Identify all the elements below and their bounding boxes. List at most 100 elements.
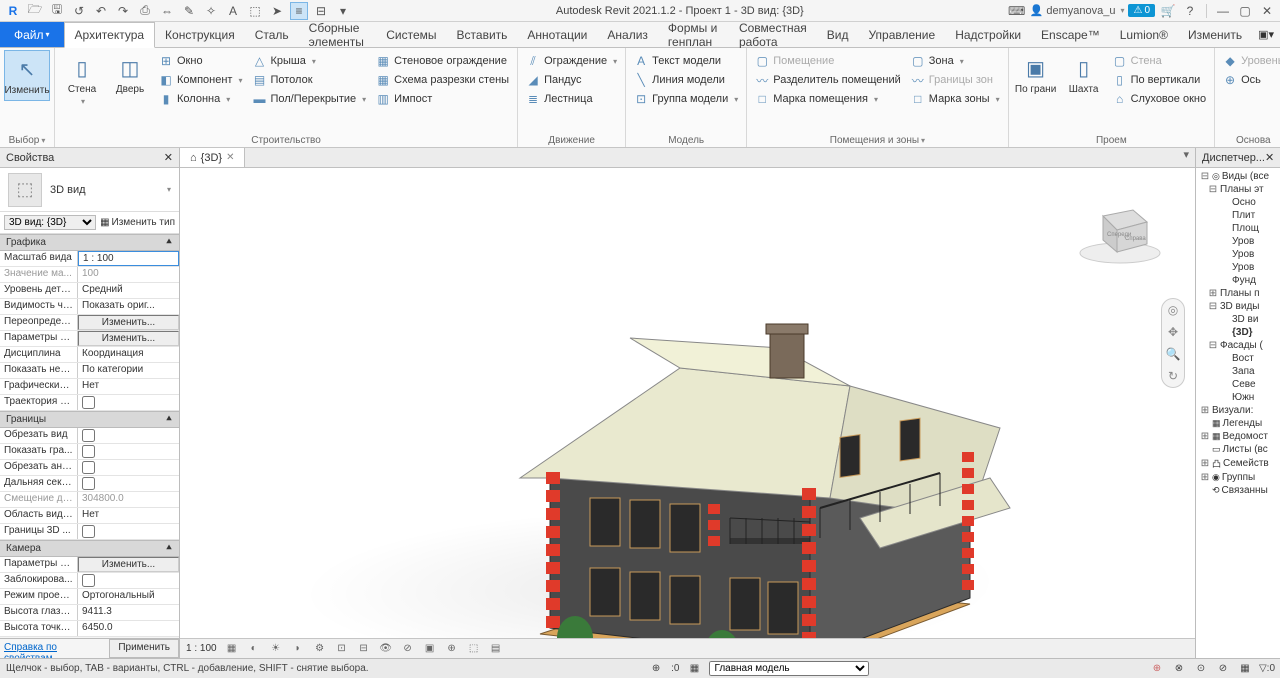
tree-node[interactable]: ⊞凸Семейств xyxy=(1196,456,1280,471)
nav-orbit-icon[interactable]: ↻ xyxy=(1168,369,1178,383)
tab-annotate[interactable]: Аннотации xyxy=(517,22,597,47)
sun-path-icon[interactable]: ☀ xyxy=(269,642,283,656)
section-icon[interactable]: ➤ xyxy=(268,2,286,20)
cart-icon[interactable]: 🛒 xyxy=(1159,2,1177,20)
prop-view-scale[interactable]: Масштаб вида1 : 100 xyxy=(0,251,179,267)
tree-node[interactable]: ⊞Планы п xyxy=(1196,287,1280,300)
tab-structure[interactable]: Конструкция xyxy=(155,22,245,47)
prop-discipline[interactable]: ДисциплинаКоординация xyxy=(0,347,179,363)
shadows-icon[interactable]: ◗ xyxy=(291,642,305,656)
stair-button[interactable]: ≣Лестница xyxy=(522,90,621,108)
view-tab-3d[interactable]: ⌂ {3D} ✕ xyxy=(180,148,245,167)
anno-crop-checkbox[interactable] xyxy=(82,461,95,474)
wall-button[interactable]: ▯Стена▾ xyxy=(59,50,105,110)
tree-node[interactable]: Фунд xyxy=(1196,274,1280,287)
sync-icon[interactable]: ↺ xyxy=(70,2,88,20)
unhide-icon[interactable]: 👁 xyxy=(379,642,393,656)
tab-view[interactable]: Вид xyxy=(817,22,859,47)
prop-graphic-opts[interactable]: Параметры о...Изменить... xyxy=(0,331,179,347)
model-line-button[interactable]: ╲Линия модели xyxy=(630,71,742,89)
floor-button[interactable]: ▬Пол/Перекрытие▾ xyxy=(248,90,370,108)
tree-node[interactable]: ⊟◎Виды (все xyxy=(1196,170,1280,183)
sb-icon-5[interactable]: ▦ xyxy=(1238,662,1252,676)
by-face-button[interactable]: ▣По грани xyxy=(1013,50,1059,99)
section-graphics[interactable]: Графика⯅ xyxy=(0,234,179,251)
tree-node[interactable]: Площ xyxy=(1196,222,1280,235)
area-button[interactable]: ▢Зона▾ xyxy=(907,52,1004,70)
sb-icon-2[interactable]: ⊗ xyxy=(1172,662,1186,676)
close-hidden-icon[interactable]: ⊟ xyxy=(312,2,330,20)
tab-systems[interactable]: Системы xyxy=(376,22,446,47)
scale-display[interactable]: 1 : 100 xyxy=(186,643,217,654)
print-icon[interactable]: ⎙ xyxy=(136,2,154,20)
tree-node[interactable]: Уров xyxy=(1196,235,1280,248)
curtain-wall-button[interactable]: ▦Стеновое ограждение xyxy=(372,52,513,70)
open-icon[interactable]: 🗁 xyxy=(26,2,44,20)
ribbon-collapse-icon[interactable]: ▣▾ xyxy=(1252,22,1280,47)
tree-node[interactable]: Запа xyxy=(1196,365,1280,378)
roof-button[interactable]: △Крыша▾ xyxy=(248,52,370,70)
tab-massing[interactable]: Формы и генплан xyxy=(658,22,729,47)
maximize-icon[interactable]: ▢ xyxy=(1236,2,1254,20)
railing-button[interactable]: ⫽Ограждение▾ xyxy=(522,52,621,70)
nav-zoom-icon[interactable]: 🔍 xyxy=(1166,347,1181,361)
detail-level-icon[interactable]: ▦ xyxy=(225,642,239,656)
analytical-icon[interactable]: ▣ xyxy=(423,642,437,656)
prop-section-box[interactable]: Границы 3D ... xyxy=(0,524,179,540)
crop-icon[interactable]: ⊡ xyxy=(335,642,349,656)
vb-icon-1[interactable]: ⬚ xyxy=(467,642,481,656)
grid-button[interactable]: ⊕Ось xyxy=(1219,71,1280,89)
prop-crop-visible[interactable]: Показать гра... xyxy=(0,444,179,460)
room-tag-button[interactable]: □Марка помещения▾ xyxy=(751,90,905,108)
view-cube[interactable]: Спереди Справа xyxy=(1075,198,1165,268)
workset-icon[interactable]: ⊕ xyxy=(649,662,663,676)
type-dropdown-icon[interactable]: ▾ xyxy=(167,185,171,194)
dormer-button[interactable]: ⌂Слуховое окно xyxy=(1109,90,1211,108)
tab-manage[interactable]: Управление xyxy=(858,22,945,47)
vb-icon-2[interactable]: ▤ xyxy=(489,642,503,656)
temp-hide-icon[interactable]: ⊘ xyxy=(401,642,415,656)
nav-wheel-icon[interactable]: ◎ xyxy=(1168,303,1178,317)
modify-button[interactable]: ↖Изменить xyxy=(4,50,50,101)
tab-precast[interactable]: Сборные элементы xyxy=(299,22,377,47)
file-menu[interactable]: Файл▾ xyxy=(0,22,64,47)
filter-icon[interactable]: ▽:0 xyxy=(1260,662,1274,676)
dim-icon[interactable]: ✧ xyxy=(202,2,220,20)
vertical-opening-button[interactable]: ▯По вертикали xyxy=(1109,71,1211,89)
tab-addins[interactable]: Надстройки xyxy=(945,22,1031,47)
undo-icon[interactable]: ↶ xyxy=(92,2,110,20)
tree-node[interactable]: Вост xyxy=(1196,352,1280,365)
tree-node[interactable]: Уров xyxy=(1196,261,1280,274)
prop-far-clip[interactable]: Дальняя секу... xyxy=(0,476,179,492)
visual-style-icon[interactable]: ◐ xyxy=(247,642,261,656)
ramp-button[interactable]: ◢Пандус xyxy=(522,71,621,89)
tree-node[interactable]: 3D ви xyxy=(1196,313,1280,326)
measure-icon[interactable]: ⇔ xyxy=(158,2,176,20)
ceiling-button[interactable]: ▤Потолок xyxy=(248,71,370,89)
crop-region-icon[interactable]: ⊟ xyxy=(357,642,371,656)
prop-target-elev[interactable]: Высота точки...6450.0 xyxy=(0,621,179,637)
curtain-grid-button[interactable]: ▦Схема разрезки стены xyxy=(372,71,513,89)
prop-default-analysis[interactable]: Графический ...Нет xyxy=(0,379,179,395)
component-button[interactable]: ◧Компонент▾ xyxy=(155,71,246,89)
tab-collaborate[interactable]: Совместная работа xyxy=(729,22,817,47)
tree-node[interactable]: ⊞Визуали: xyxy=(1196,404,1280,417)
sb-icon-1[interactable]: ⊕ xyxy=(1150,662,1164,676)
tree-node[interactable]: ⊞▦Ведомост xyxy=(1196,430,1280,443)
type-name[interactable]: 3D вид xyxy=(50,184,157,196)
apply-button[interactable]: Применить xyxy=(109,639,179,658)
sun-path-checkbox[interactable] xyxy=(82,396,95,409)
section-camera[interactable]: Камера⯅ xyxy=(0,540,179,557)
tree-node[interactable]: ⊟Планы эт xyxy=(1196,183,1280,196)
tab-architecture[interactable]: Архитектура xyxy=(64,22,156,48)
far-clip-checkbox[interactable] xyxy=(82,477,95,490)
model-text-button[interactable]: AТекст модели xyxy=(630,52,742,70)
close-icon[interactable]: ✕ xyxy=(1258,2,1276,20)
section-box-checkbox[interactable] xyxy=(82,525,95,538)
prop-anno-crop[interactable]: Обрезать анн... xyxy=(0,460,179,476)
model-group-button[interactable]: ⊡Группа модели▾ xyxy=(630,90,742,108)
shaft-button[interactable]: ▯Шахта xyxy=(1061,50,1107,99)
door-button[interactable]: ◫Дверь xyxy=(107,50,153,99)
prop-show-hidden[interactable]: Показать нев...По категории xyxy=(0,363,179,379)
tree-node[interactable]: ⊞◉Группы xyxy=(1196,471,1280,484)
